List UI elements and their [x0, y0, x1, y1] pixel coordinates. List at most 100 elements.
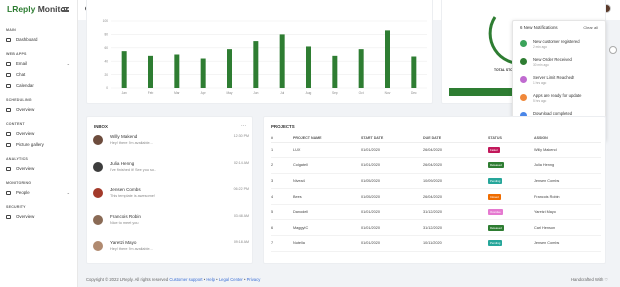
sidebar-item[interactable]: Overview: [6, 107, 72, 112]
notification-item[interactable]: New customer registered 2 min ago: [520, 38, 604, 55]
nav-icon: [6, 190, 11, 195]
x-tick-label: Jul: [280, 91, 284, 95]
avatar: [93, 161, 103, 172]
sidebar-item[interactable]: Overview: [6, 214, 72, 219]
sidebar-item-label: People: [16, 190, 30, 195]
settings-gear-icon[interactable]: [609, 46, 617, 54]
inbox-message[interactable]: Francois Robin Nice to meet you 03:48 AM: [93, 211, 249, 233]
notification-item[interactable]: Apps are ready for update 5 hrs ago: [520, 92, 604, 109]
nav-icon: [6, 61, 11, 66]
bar[interactable]: [200, 58, 206, 88]
notification-time: 1 hrs ago: [533, 81, 547, 85]
nav-icon: [6, 131, 11, 136]
inbox-message[interactable]: Julia Henng I've finished it! See you so.…: [93, 158, 249, 180]
inbox-message[interactable]: Jensen Combs This template is awesome! 06:…: [93, 184, 249, 206]
sidebar-item[interactable]: Picture gallery: [6, 142, 72, 147]
start-date: 01/01/2020: [361, 142, 423, 159]
bar[interactable]: [411, 56, 417, 88]
x-tick-label: Nov: [385, 91, 391, 95]
start-date: 01/05/2020: [361, 173, 423, 190]
storage-button[interactable]: [449, 88, 513, 96]
status-badge: Released: [488, 224, 504, 231]
status-badge: Pending: [488, 177, 503, 184]
clear-all-link[interactable]: Clear all: [583, 25, 598, 30]
message-time: 06:22 PM: [233, 187, 249, 191]
start-date: 01/01/2020: [361, 219, 423, 237]
sidebar-item-label: Overview: [16, 107, 35, 112]
sidebar-section-title: MAIN: [6, 28, 16, 32]
notification-item[interactable]: New Order Received 30 min ago: [520, 56, 604, 73]
due-date: 26/04/2020: [423, 157, 488, 174]
bar[interactable]: [148, 55, 153, 88]
bar[interactable]: [253, 41, 259, 88]
inbox-message[interactable]: Willy Makend Hey! there I'm available... 1…: [93, 131, 249, 153]
start-date: 01/01/2020: [361, 204, 423, 221]
menu-toggle-icon[interactable]: [62, 7, 69, 12]
app-logo[interactable]: LReply Monitor: [7, 4, 69, 14]
table-row[interactable]: 4 Bees 01/05/2020 26/04/2020 Closed Francois …: [271, 188, 601, 205]
customer-support-link[interactable]: Customer support: [169, 277, 202, 282]
due-date: 31/12/2020: [423, 204, 488, 221]
message-preview: Nice to meet you: [110, 220, 139, 225]
table-row[interactable]: 3 Nivea4 01/05/2020 10/09/2020 Pending Jensen…: [271, 173, 601, 190]
row-number: 2: [271, 157, 293, 174]
help-link[interactable]: Help: [206, 277, 215, 282]
y-tick-label: 0: [106, 86, 108, 90]
inbox-message[interactable]: Yaretzi Mayo Hey! there I'm available... 0…: [93, 237, 249, 259]
nav-icon: [6, 166, 11, 171]
footer-handcrafted: Handcrafted With ♡: [571, 277, 609, 282]
sidebar-section-title: ANALYTICS: [6, 157, 29, 161]
sidebar-item[interactable]: Chat: [6, 72, 72, 77]
sidebar-section-title: CONTENT: [6, 122, 25, 126]
project-name: Nutella: [293, 235, 361, 252]
status-badge: Overdue: [488, 209, 503, 216]
bar[interactable]: [121, 51, 127, 88]
legal-center-link[interactable]: Legal Center: [219, 277, 243, 282]
bar[interactable]: [174, 54, 180, 89]
notification-time: 30 min ago: [533, 63, 549, 67]
project-name: MaggyIC: [293, 219, 361, 237]
status-badge: Released: [488, 162, 504, 169]
privacy-link[interactable]: Privacy: [247, 277, 261, 282]
notification-title: Server Limit Reached!: [533, 75, 575, 80]
more-options-icon[interactable]: ···: [241, 123, 246, 129]
project-name: Nivea4: [293, 173, 361, 190]
sidebar-item[interactable]: Dashboard: [6, 37, 72, 42]
table-row[interactable]: 1 LUX 01/01/2020 26/04/2020 Failed Willy Make…: [271, 142, 601, 159]
notification-icon: [520, 76, 527, 83]
sidebar-item[interactable]: Overview: [6, 166, 72, 171]
message-time: 09:18 AM: [233, 240, 249, 244]
sidebar-section-title: WEB APPS: [6, 52, 27, 56]
assignee: Jensen Combs: [534, 235, 601, 252]
table-row[interactable]: 7 Nutella 01/01/2020 10/11/2020 Pending Jense…: [271, 235, 601, 252]
sender-name: Willy Makend: [110, 134, 138, 139]
table-row[interactable]: 5 Danodell 01/01/2020 31/12/2020 Overdue Yare…: [271, 204, 601, 221]
project-name: Colgatell: [293, 157, 361, 174]
status-badge: Pending: [488, 240, 503, 247]
sidebar-item[interactable]: Overview: [6, 131, 72, 136]
notification-item[interactable]: Server Limit Reached! 1 hrs ago: [520, 74, 604, 91]
sidebar-item[interactable]: Calendar: [6, 83, 72, 88]
sidebar-item[interactable]: Email ⌄: [6, 61, 72, 66]
bar[interactable]: [306, 46, 311, 88]
x-tick-label: Oct: [359, 91, 364, 95]
status-badge: Failed: [488, 146, 500, 153]
message-time: 03:48 AM: [233, 213, 249, 218]
start-date: 01/01/2020: [361, 157, 423, 174]
bar[interactable]: [279, 34, 285, 88]
sidebar-item-label: Picture gallery: [16, 142, 44, 147]
bar[interactable]: [385, 30, 390, 88]
x-tick-label: Mar: [174, 91, 180, 95]
table-row[interactable]: 6 MaggyIC 01/01/2020 31/12/2020 Released Carl…: [271, 219, 601, 237]
table-row[interactable]: 2 Colgatell 01/01/2020 26/04/2020 Released Ju…: [271, 157, 601, 174]
bar[interactable]: [227, 49, 232, 88]
row-number: 6: [271, 219, 293, 237]
bar[interactable]: [332, 55, 338, 88]
sender-name: Julia Henng: [110, 160, 135, 166]
bar[interactable]: [358, 49, 364, 88]
sidebar-item-label: Chat: [16, 72, 26, 77]
sidebar-item[interactable]: People ⌄: [6, 190, 72, 195]
notification-title: Apps are ready for update: [533, 93, 582, 98]
sidebar-item-label: Overview: [16, 166, 35, 171]
nav-icon: [6, 107, 11, 112]
